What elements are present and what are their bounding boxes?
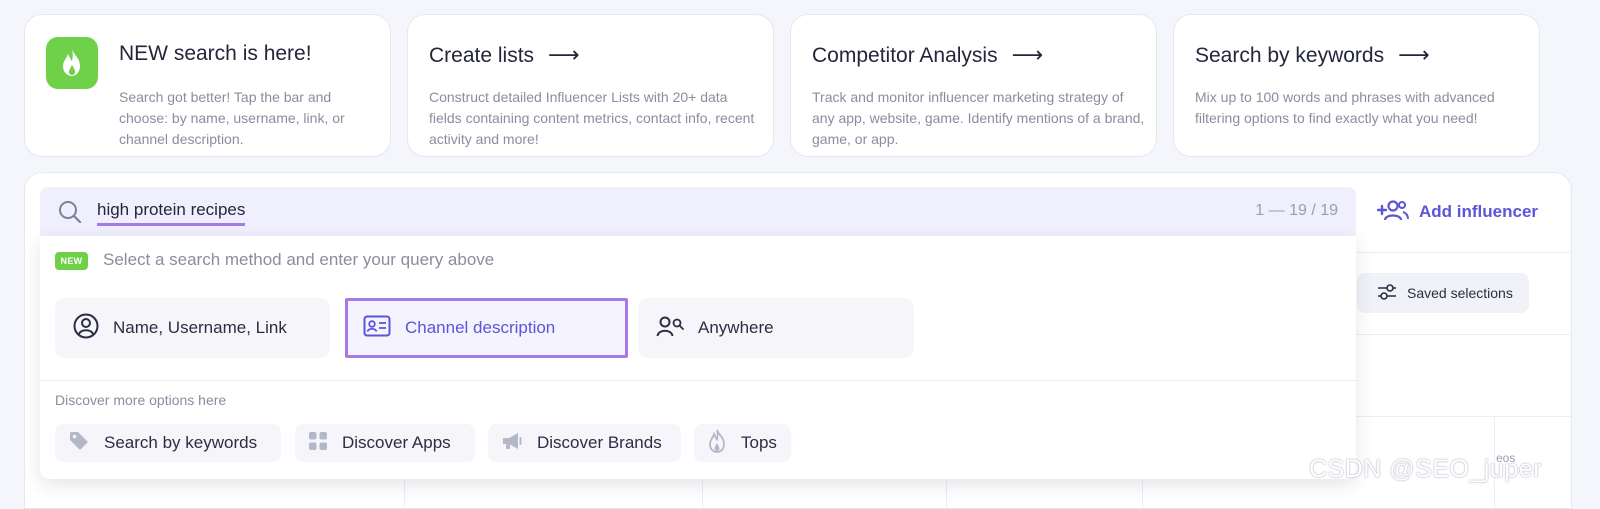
method-label: Channel description: [405, 318, 556, 337]
card-description: Track and monitor influencer marketing s…: [812, 89, 1145, 147]
saved-selections-label: Saved selections: [1407, 285, 1513, 301]
card-title: NEW search is here!: [119, 42, 312, 65]
card-title: Create lists: [429, 44, 535, 67]
user-search-icon: [656, 315, 684, 342]
table-column-divider: [702, 479, 703, 509]
table-column-divider: [404, 479, 405, 509]
table-column-divider: [946, 479, 947, 509]
new-badge: NEW: [55, 252, 88, 270]
quick-link-label: Discover Apps: [342, 433, 451, 452]
id-card-icon: [363, 315, 391, 342]
method-name-username-link[interactable]: Name, Username, Link: [55, 298, 330, 358]
add-user-icon: [1376, 198, 1409, 227]
result-count: 1 — 19 / 19: [1255, 202, 1338, 219]
grid-icon: [308, 431, 328, 456]
arrow-right-icon: ⟶: [1398, 42, 1430, 67]
search-icon: [58, 200, 82, 229]
quick-link-label: Tops: [741, 433, 777, 452]
add-influencer-button[interactable]: Add influencer: [1376, 198, 1539, 227]
card-description: Search got better! Tap the bar and choos…: [119, 89, 345, 147]
card-title: Search by keywords: [1195, 44, 1385, 67]
card-create-lists[interactable]: Create lists ⟶ Construct detailed Influen…: [407, 14, 774, 157]
method-channel-description[interactable]: Channel description: [345, 298, 628, 358]
user-circle-icon: [73, 313, 99, 344]
quick-link-tops[interactable]: Tops: [694, 424, 791, 462]
card-description: Mix up to 100 words and phrases with adv…: [1195, 89, 1495, 126]
card-title-row: Competitor Analysis ⟶: [812, 42, 1147, 68]
table-column-divider: [1142, 479, 1143, 509]
panel-divider: [1356, 416, 1572, 417]
card-title-row: Search by keywords ⟶: [1195, 42, 1530, 68]
quick-link-label: Search by keywords: [104, 433, 258, 452]
quick-link-discover-brands[interactable]: Discover Brands: [488, 424, 681, 462]
more-options-label: Discover more options here: [55, 392, 227, 408]
search-method-hint: Select a search method and enter your qu…: [103, 250, 495, 269]
card-description: Construct detailed Influencer Lists with…: [429, 89, 755, 147]
watermark-text: CSDN @SEO_juper: [1309, 455, 1542, 483]
saved-selections-button[interactable]: Saved selections: [1357, 273, 1529, 313]
flame-icon: [707, 429, 727, 458]
dropdown-divider: [40, 380, 1356, 381]
card-title: Competitor Analysis: [812, 44, 998, 67]
panel-divider: [1356, 252, 1572, 253]
quick-link-discover-apps[interactable]: Discover Apps: [295, 424, 475, 462]
flame-icon: [46, 37, 98, 89]
megaphone-icon: [501, 431, 523, 456]
card-new-search[interactable]: NEW search is here! Search got better! T…: [24, 14, 391, 157]
card-search-by-keywords[interactable]: Search by keywords ⟶ Mix up to 100 words …: [1173, 14, 1540, 157]
method-anywhere[interactable]: Anywhere: [638, 298, 914, 358]
method-label: Anywhere: [698, 318, 774, 337]
quick-link-label: Discover Brands: [537, 433, 662, 452]
quick-link-search-by-keywords[interactable]: Search by keywords: [55, 424, 281, 462]
search-bar[interactable]: high protein recipes 1 — 19 / 19: [40, 187, 1356, 236]
panel-divider: [1356, 334, 1572, 335]
search-input[interactable]: high protein recipes: [97, 200, 246, 226]
card-title-row: Create lists ⟶: [429, 42, 764, 68]
search-method-dropdown: NEW Select a search method and enter you…: [40, 236, 1356, 479]
card-competitor-analysis[interactable]: Competitor Analysis ⟶ Track and monitor i…: [790, 14, 1157, 157]
app-screen: NEW search is here! Search got better! T…: [0, 0, 1600, 509]
add-influencer-label: Add influencer: [1419, 202, 1539, 221]
sliders-icon: [1377, 283, 1397, 304]
arrow-right-icon: ⟶: [548, 42, 580, 67]
method-label: Name, Username, Link: [113, 318, 287, 337]
tag-icon: [68, 430, 90, 457]
arrow-right-icon: ⟶: [1011, 42, 1044, 67]
